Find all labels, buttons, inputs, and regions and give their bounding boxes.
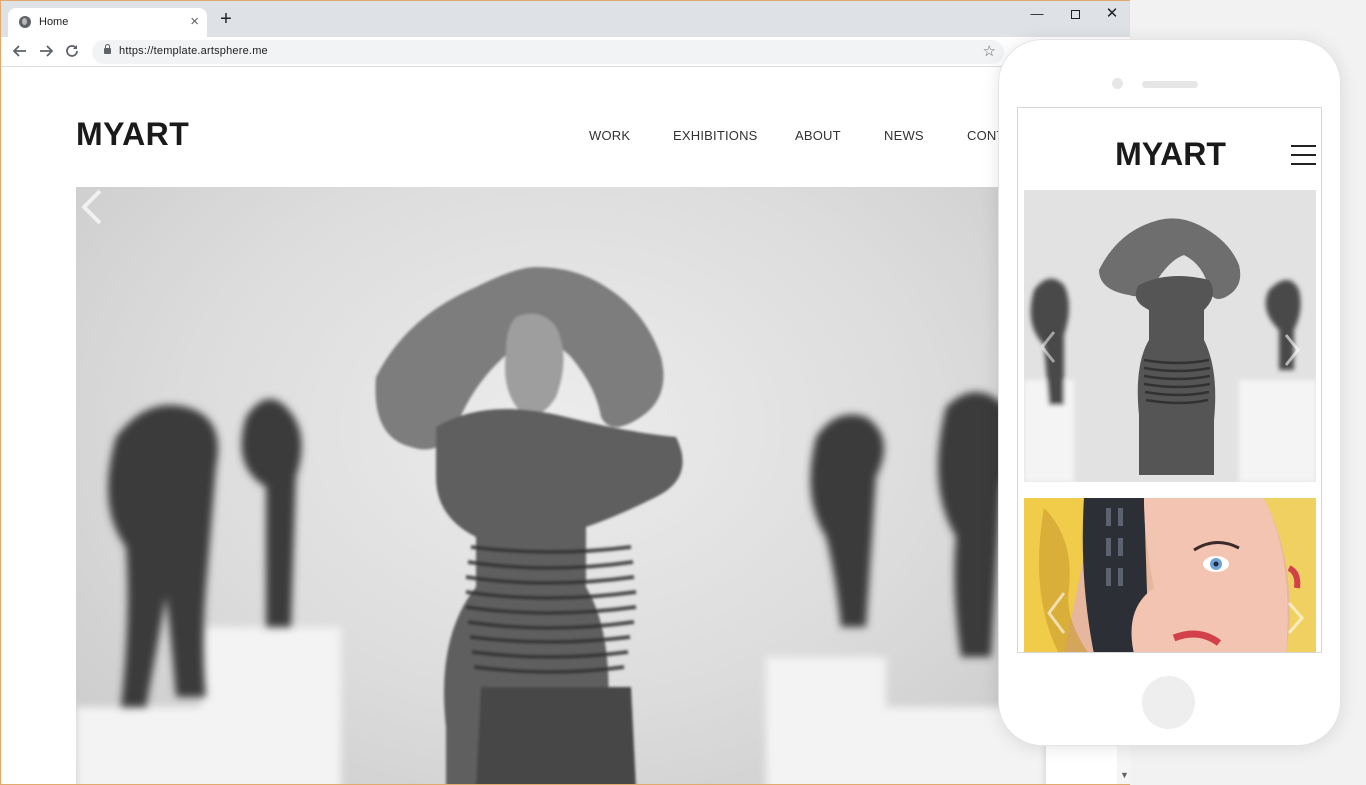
address-bar[interactable]: https://template.artsphere.me ☆ xyxy=(92,40,1004,64)
sculpture-thumbnail xyxy=(1024,218,1316,482)
phone-mockup: MYART xyxy=(998,39,1341,746)
phone-slide-popart[interactable] xyxy=(1024,498,1316,652)
sculpture-photo xyxy=(76,267,1046,784)
url-text[interactable]: https://template.artsphere.me xyxy=(119,45,268,57)
site-logo[interactable]: MYART xyxy=(76,116,189,153)
nav-news[interactable]: NEWS xyxy=(884,128,924,143)
tab-strip: Home × + — ✕ xyxy=(1,1,1131,37)
browser-toolbar: https://template.artsphere.me ☆ xyxy=(1,37,1131,67)
tab-home[interactable]: Home × xyxy=(8,8,207,37)
tab-title: Home xyxy=(39,16,69,28)
star-icon[interactable]: ☆ xyxy=(983,42,996,60)
reload-icon[interactable] xyxy=(62,41,82,61)
phone-slide-sculpture[interactable] xyxy=(1024,190,1316,482)
phone-camera xyxy=(1112,78,1123,89)
lock-icon xyxy=(104,44,111,54)
phone-screen: MYART xyxy=(1017,107,1322,653)
nav-work[interactable]: WORK xyxy=(589,128,630,143)
maximize-button[interactable] xyxy=(1064,4,1086,24)
hero-slider[interactable] xyxy=(76,187,1046,784)
tab-close-icon[interactable]: × xyxy=(190,13,199,31)
globe-icon xyxy=(19,16,31,28)
minimize-button[interactable]: — xyxy=(1026,4,1048,24)
close-window-button[interactable]: ✕ xyxy=(1101,4,1123,24)
hamburger-icon[interactable] xyxy=(1291,145,1316,165)
arrow-right-icon[interactable] xyxy=(36,41,56,61)
phone-speaker xyxy=(1142,81,1198,88)
popart-thumbnail xyxy=(1024,498,1316,652)
browser-window: Home × + — ✕ https://template.artsphere.… xyxy=(0,0,1132,785)
maximize-icon xyxy=(1070,10,1080,20)
nav-exhibitions[interactable]: EXHIBITIONS xyxy=(673,128,758,143)
phone-home-button xyxy=(1142,676,1195,729)
slider-prev-icon[interactable] xyxy=(76,187,106,227)
scroll-down-icon[interactable]: ▼ xyxy=(1120,770,1129,780)
new-tab-button[interactable]: + xyxy=(217,9,235,29)
nav-about[interactable]: ABOUT xyxy=(795,128,841,143)
arrow-left-icon[interactable] xyxy=(10,41,30,61)
phone-site-logo[interactable]: MYART xyxy=(1018,136,1321,173)
